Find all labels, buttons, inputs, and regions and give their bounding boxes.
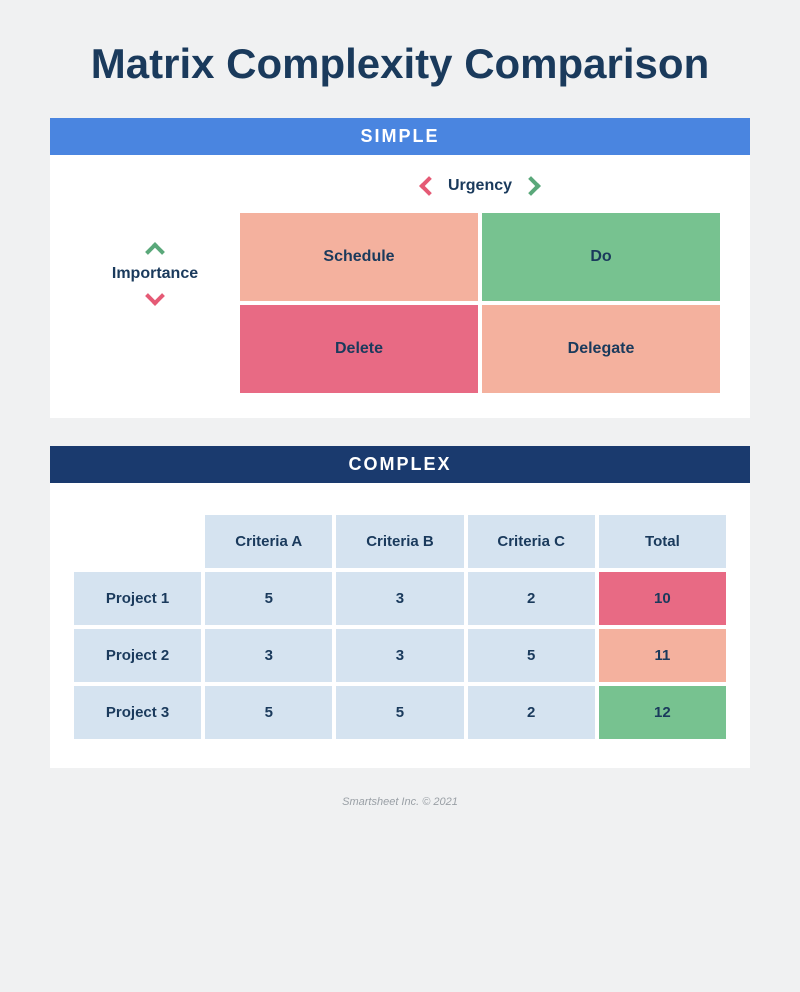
- quadrant-do: Do: [482, 213, 720, 301]
- col-header: Criteria C: [468, 515, 595, 568]
- cell-total: 10: [599, 572, 726, 625]
- cell-value: 2: [468, 686, 595, 739]
- simple-header: SIMPLE: [50, 118, 750, 155]
- cell-total: 12: [599, 686, 726, 739]
- col-header-total: Total: [599, 515, 726, 568]
- row-label: Project 2: [74, 629, 201, 682]
- chevron-down-icon: [145, 286, 165, 306]
- complex-panel: COMPLEX Criteria A Criteria B Criteria C…: [50, 446, 750, 768]
- x-axis-label: Urgency: [448, 177, 512, 195]
- cell-total: 11: [599, 629, 726, 682]
- table-row: Project 1 5 3 2 10: [74, 572, 726, 625]
- quadrant-grid: Schedule Do Delete Delegate: [240, 213, 720, 393]
- page-title: Matrix Complexity Comparison: [50, 40, 750, 88]
- table-header-row: Criteria A Criteria B Criteria C Total: [74, 515, 726, 568]
- footer-copyright: Smartsheet Inc. © 2021: [50, 796, 750, 808]
- cell-value: 2: [468, 572, 595, 625]
- complex-table: Criteria A Criteria B Criteria C Total P…: [70, 511, 730, 743]
- cell-value: 5: [336, 686, 463, 739]
- col-header: Criteria A: [205, 515, 332, 568]
- y-axis-label: Importance: [112, 265, 198, 283]
- cell-value: 5: [468, 629, 595, 682]
- row-label: Project 1: [74, 572, 201, 625]
- cell-value: 5: [205, 686, 332, 739]
- table-row: Project 2 3 3 5 11: [74, 629, 726, 682]
- table-row: Project 3 5 5 2 12: [74, 686, 726, 739]
- simple-panel: SIMPLE Importance Urgency Schedule Do De…: [50, 118, 750, 418]
- chevron-left-icon: [419, 176, 439, 196]
- complex-header: COMPLEX: [50, 446, 750, 483]
- cell-value: 3: [205, 629, 332, 682]
- col-header: Criteria B: [336, 515, 463, 568]
- chevron-up-icon: [145, 242, 165, 262]
- cell-value: 3: [336, 629, 463, 682]
- x-axis-label-group: Urgency: [240, 155, 720, 213]
- blank-corner: [74, 515, 201, 568]
- y-axis-label-group: Importance: [70, 245, 240, 303]
- cell-value: 5: [205, 572, 332, 625]
- quadrant-delegate: Delegate: [482, 305, 720, 393]
- chevron-right-icon: [521, 176, 541, 196]
- row-label: Project 3: [74, 686, 201, 739]
- cell-value: 3: [336, 572, 463, 625]
- quadrant-delete: Delete: [240, 305, 478, 393]
- quadrant-schedule: Schedule: [240, 213, 478, 301]
